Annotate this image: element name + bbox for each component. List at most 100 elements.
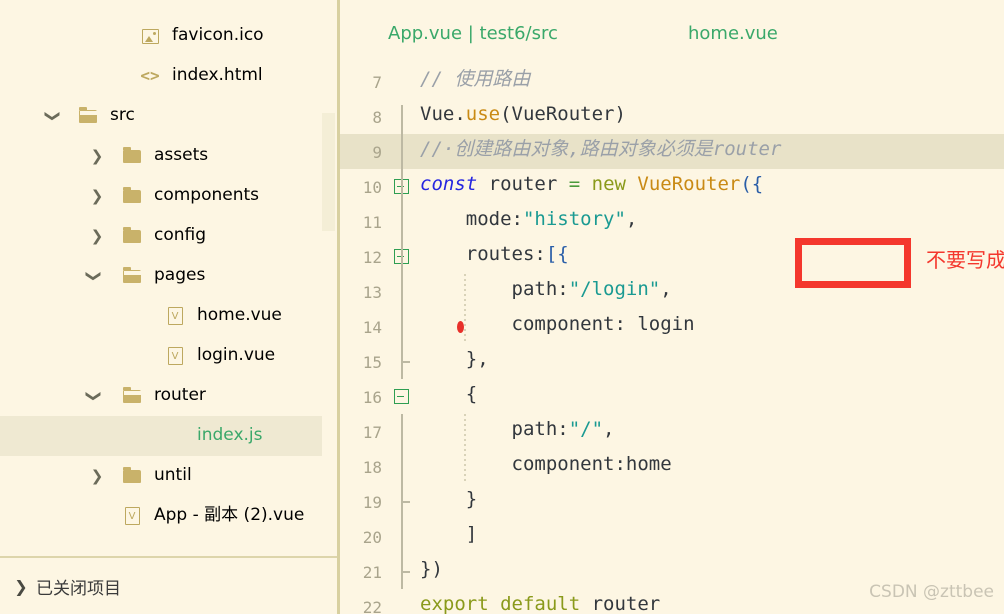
code-token: mode: — [420, 208, 523, 230]
code-text: export default router — [420, 595, 660, 614]
code-text: component:home — [420, 455, 672, 474]
code-token: ({ — [740, 173, 764, 195]
code-line-20[interactable]: 20 ] — [340, 519, 1004, 554]
code-token: }) — [420, 558, 443, 580]
tree-item-label: config — [154, 225, 207, 245]
annotation-red-text: 不要写成routers — [926, 248, 1004, 272]
line-number: 11 — [362, 213, 382, 232]
code-token: export default — [420, 593, 581, 614]
project-tree-panel: favicon.ico <> index.html ❯ src ❯ assets ❯ compo… — [0, 0, 337, 614]
code-text: }, — [420, 350, 489, 369]
tree-item-src[interactable] — [0, 96, 322, 136]
code-text: mode:"history", — [420, 208, 638, 230]
fold-guide-span — [401, 274, 403, 379]
line-number: 16 — [362, 388, 382, 407]
code-line-11[interactable]: 11 mode:"history", — [340, 204, 1004, 239]
editor-tab-label: App.vue | test6/src — [388, 22, 558, 44]
line-number: 15 — [362, 353, 382, 372]
code-token: }, — [420, 348, 489, 370]
sidebar-scrollbar-thumb[interactable] — [322, 113, 335, 231]
code-token: [{ — [545, 243, 569, 265]
code-text: } — [420, 490, 477, 509]
code-token: router — [580, 593, 661, 614]
code-line-9[interactable]: 9 //·创建路由对象,路由对象必须是router — [340, 134, 1004, 169]
editor-tab-1[interactable]: home.vue — [688, 14, 778, 52]
tree-item-label: src — [110, 105, 135, 125]
code-token: path: — [420, 418, 569, 440]
line-number: 17 — [362, 423, 382, 442]
code-text: path:"/login", — [420, 280, 672, 299]
code-line-7[interactable]: 7 // 使用路由 — [340, 64, 1004, 99]
tree-item-label: App - 副本 (2).vue — [154, 505, 305, 525]
code-text: { — [420, 385, 477, 404]
line-number: 13 — [362, 283, 382, 302]
line-number: 10 — [362, 178, 382, 197]
editor-tab-label: home.vue — [688, 22, 778, 44]
line-number: 21 — [362, 563, 382, 582]
fold-collapse-icon[interactable] — [394, 389, 409, 404]
tree-item-index.html[interactable] — [0, 56, 322, 96]
fold-guide-span — [401, 105, 403, 278]
editor-tab-0[interactable]: App.vue | test6/src — [388, 14, 558, 52]
line-number: 8 — [372, 108, 382, 127]
line-number: 12 — [362, 248, 382, 267]
code-text: path:"/", — [420, 420, 615, 439]
code-line-12[interactable]: 12 routes:[{ — [340, 239, 1004, 274]
line-number: 20 — [362, 528, 382, 547]
code-line-14[interactable]: 14 component: login — [340, 309, 1004, 344]
code-token: ] — [420, 523, 478, 545]
code-line-13[interactable]: 13 path:"/login", — [340, 274, 1004, 309]
tree-item-label: home.vue — [197, 305, 282, 325]
tree-item-label: router — [154, 385, 206, 405]
code-line-19[interactable]: 19 } — [340, 484, 1004, 519]
line-number: 7 — [372, 73, 382, 92]
code-token: , — [660, 278, 672, 300]
code-line-17[interactable]: 17 path:"/", — [340, 414, 1004, 449]
tree-item-label: assets — [154, 145, 209, 165]
line-number: 9 — [372, 143, 382, 162]
tree-item-label: login.vue — [197, 345, 276, 365]
watermark: CSDN @zttbee — [869, 582, 994, 602]
tree-item-index.js[interactable] — [0, 416, 322, 456]
code-text: // 使用路由 — [420, 70, 530, 89]
code-token: // 使用路由 — [420, 68, 531, 90]
code-text: ] — [420, 525, 477, 544]
code-line-8[interactable]: 8 Vue.use(VueRouter) — [340, 99, 1004, 134]
code-token: , — [625, 208, 638, 230]
code-line-15[interactable]: 15 }, — [340, 344, 1004, 379]
line-number: 19 — [362, 493, 382, 512]
fold-guide-span — [401, 414, 403, 589]
ide-window: favicon.ico <> index.html ❯ src ❯ assets ❯ compo… — [0, 0, 1004, 614]
code-token: VueRouter — [637, 173, 741, 195]
code-token: = — [568, 173, 581, 195]
code-line-16[interactable]: 16 { — [340, 379, 1004, 414]
code-line-10[interactable]: 10 const router = new VueRouter({ — [340, 169, 1004, 204]
code-text: const router = new VueRouter({ — [420, 175, 763, 194]
code-token: //·创建路由对象,路由对象必须是router — [420, 138, 782, 160]
tree-item-label: components — [154, 185, 260, 205]
code-token: const — [420, 173, 478, 195]
line-number: 22 — [362, 598, 382, 614]
code-token: "history" — [522, 208, 626, 230]
code-token: { — [420, 383, 478, 405]
code-line-18[interactable]: 18 component:home — [340, 449, 1004, 484]
code-token: } — [420, 488, 478, 510]
closed-projects-label: 已关闭项目 — [36, 578, 121, 599]
tree-item-label: until — [154, 465, 192, 485]
editor-panel: App.vue | test6/srchome.vueindex.js | 7/… — [340, 0, 1004, 614]
code-text: }) — [420, 560, 443, 579]
closed-projects-bar[interactable]: ❯ 已关闭项目 — [0, 556, 337, 614]
tree-item-label: favicon.ico — [172, 25, 264, 45]
code-text: Vue.use(VueRouter) — [420, 105, 626, 124]
tree-item-favicon.ico[interactable] — [0, 16, 322, 56]
code-token: use — [465, 103, 501, 125]
line-number: 14 — [362, 318, 382, 337]
line-number: 18 — [362, 458, 382, 477]
editor-tab-bar: App.vue | test6/srchome.vueindex.js | — [340, 0, 1004, 64]
code-text: routes:[{ — [420, 245, 569, 264]
code-token: component: login — [420, 313, 695, 335]
code-token: "/login" — [568, 278, 661, 300]
code-area[interactable]: 7 // 使用路由 8 Vue.use(VueRouter) 9 //·创建路由对象,路由… — [340, 64, 1004, 614]
